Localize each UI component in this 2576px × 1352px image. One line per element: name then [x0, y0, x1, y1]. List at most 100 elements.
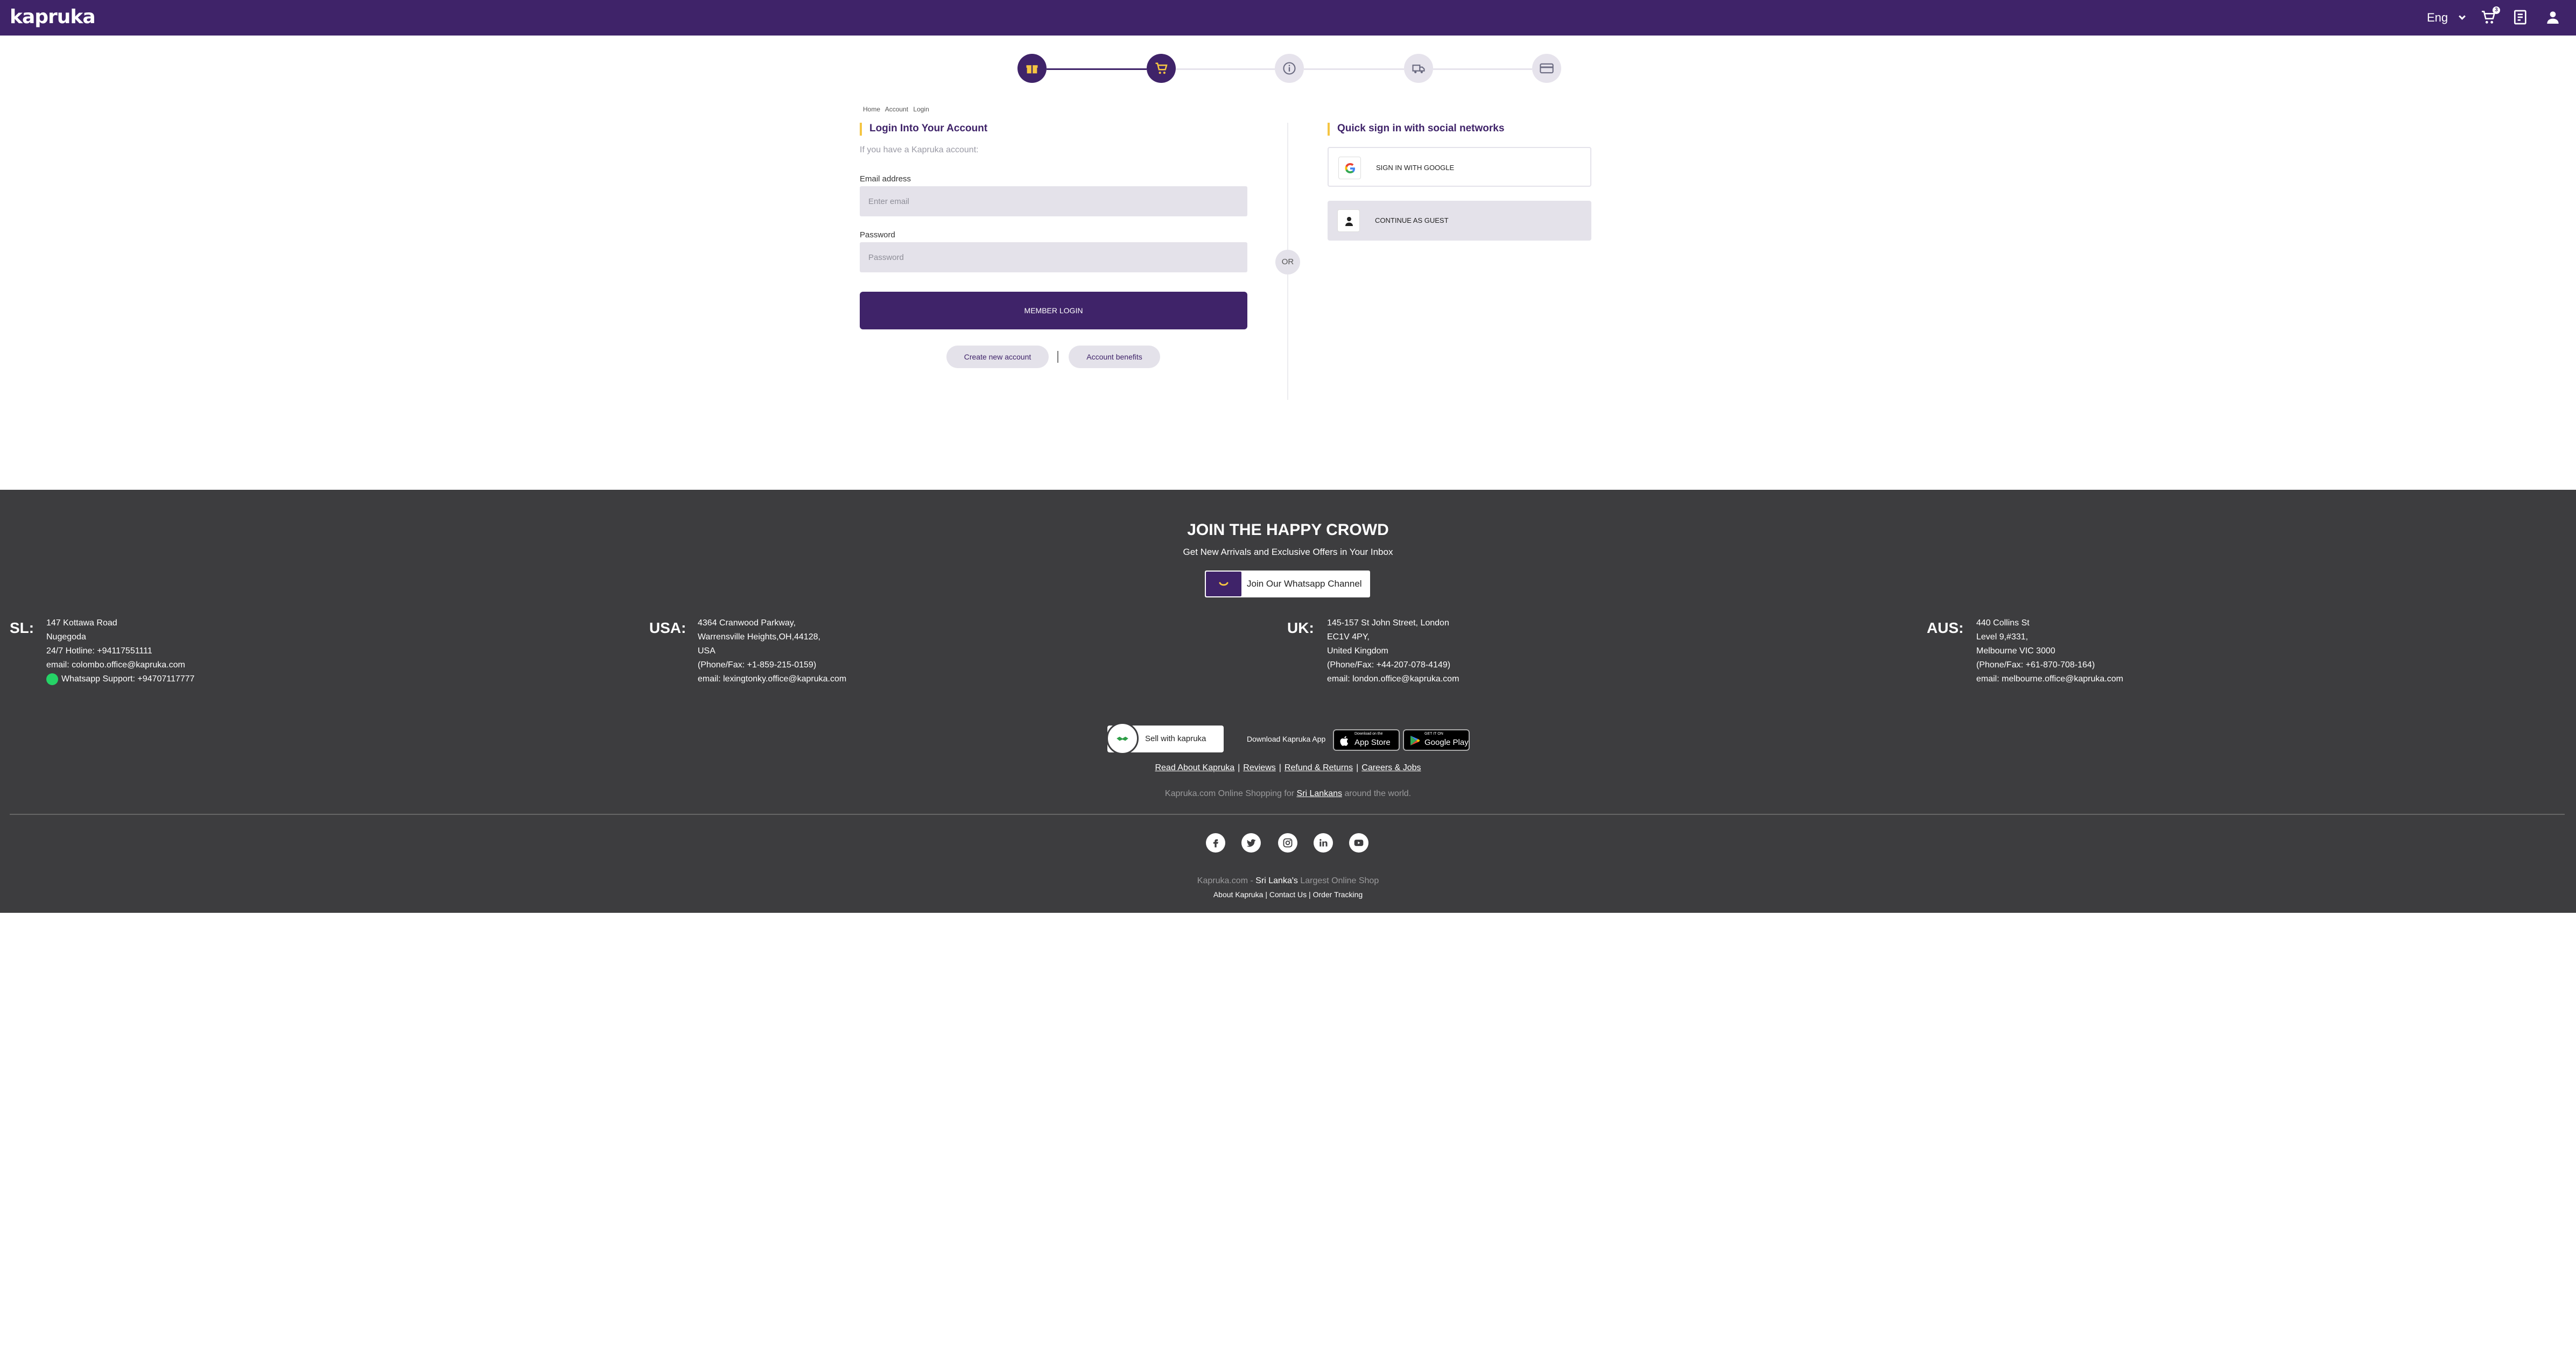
footer-link-about[interactable]: Read About Kapruka [1155, 763, 1234, 772]
address-line: 440 Collins St [1976, 618, 2030, 628]
google-icon [1338, 157, 1361, 179]
password-label: Password [860, 230, 895, 240]
step-connector [1176, 68, 1275, 70]
email-label: Email address [860, 174, 911, 184]
step-cart [1147, 54, 1176, 83]
account-benefits-button[interactable]: Account benefits [1069, 346, 1160, 368]
breadcrumb: Home Account Login [863, 105, 932, 113]
handshake-icon [1106, 722, 1139, 755]
instagram-icon[interactable] [1278, 833, 1297, 853]
country-label: USA: [649, 619, 686, 636]
top-nav-bar: kapruka Eng 3 [0, 0, 2576, 36]
download-app-label: Download Kapruka App [1247, 735, 1326, 743]
google-signin-button[interactable]: SIGN IN WITH GOOGLE [1328, 147, 1591, 187]
google-play-icon [1410, 736, 1420, 745]
facebook-icon[interactable] [1206, 833, 1225, 853]
password-field[interactable] [860, 242, 1247, 272]
join-subtitle: Get New Arrivals and Exclusive Offers in… [1183, 547, 1393, 557]
footer-link-refunds[interactable]: Refund & Returns [1285, 763, 1353, 772]
step-gift [1017, 54, 1047, 83]
whatsapp-channel-button[interactable]: Join Our Whatsapp Channel [1205, 571, 1370, 597]
whatsapp-icon [46, 673, 58, 685]
cart-icon [1155, 62, 1168, 74]
twitter-icon[interactable] [1241, 833, 1261, 853]
bottom-links: About Kapruka | Contact Us | Order Track… [1213, 890, 1363, 899]
copyright-line: Kapruka.com - Sri Lanka's Largest Online… [0, 876, 2576, 886]
member-login-button[interactable]: MEMBER LOGIN [860, 292, 1247, 329]
tagline-text: Kapruka.com Online Shopping for [1164, 789, 1295, 798]
social-title: Quick sign in with social networks [1328, 123, 1504, 136]
step-connector [1304, 68, 1404, 70]
app-store-big: App Store [1354, 738, 1391, 747]
user-icon[interactable] [2544, 9, 2561, 26]
or-badge: OR [1275, 250, 1300, 274]
address-line: 4364 Cranwood Parkway, [698, 618, 796, 628]
whatsapp-channel-label: Join Our Whatsapp Channel [1247, 579, 1362, 589]
cart-count-badge: 3 [2493, 6, 2500, 14]
google-play-badge[interactable]: GET IT ON Google Play [1403, 729, 1470, 751]
language-selector[interactable]: Eng [2427, 10, 2466, 26]
address-line: email: colombo.office@kapruka.com [46, 660, 185, 670]
footer-links: Read About Kapruka | Reviews | Refund & Retu… [1155, 763, 1421, 772]
join-title: JOIN THE HAPPY CROWD [1187, 521, 1389, 539]
apple-icon [1340, 736, 1349, 746]
bottom-link-tracking[interactable]: Order Tracking [1313, 890, 1363, 899]
address-line: email: melbourne.office@kapruka.com [1976, 674, 2123, 684]
breadcrumb-login: Login [913, 105, 929, 113]
address-line: (Phone/Fax: +44-207-078-4149) [1327, 660, 1451, 670]
bottom-link-contact[interactable]: Contact Us [1269, 890, 1307, 899]
footer-link-reviews[interactable]: Reviews [1243, 763, 1275, 772]
checkout-stepper [1017, 54, 1561, 84]
login-title: Login Into Your Account [860, 123, 987, 136]
delivery-truck-icon [1412, 65, 1425, 74]
address-line: (Phone/Fax: +1-859-215-0159) [698, 660, 817, 670]
breadcrumb-account[interactable]: Account [885, 105, 908, 113]
address-line: Nugegoda [46, 632, 86, 642]
step-connector [1433, 68, 1532, 70]
email-field[interactable] [860, 186, 1247, 216]
step-info [1275, 54, 1304, 83]
address-line: United Kingdom [1327, 646, 1388, 656]
step-connector [1047, 68, 1147, 70]
footer-link-careers[interactable]: Careers & Jobs [1361, 763, 1421, 772]
address-line: 24/7 Hotline: +94117551111 [46, 646, 152, 656]
whatsapp-support-line[interactable]: Whatsapp Support: +94707117777 [46, 672, 194, 686]
app-store-badge[interactable]: Download on the App Store [1333, 729, 1400, 751]
tagline: Kapruka.com Online Shopping for Sri Lank… [0, 789, 2576, 799]
kapruka-smile-icon [1206, 572, 1241, 596]
step-delivery [1404, 54, 1433, 83]
kapruka-logo[interactable]: kapruka [10, 5, 96, 29]
orders-icon[interactable] [2512, 9, 2529, 26]
create-account-button[interactable]: Create new account [946, 346, 1049, 368]
gift-icon [1026, 65, 1038, 74]
footer-divider [10, 814, 2565, 815]
chevron-down-icon [2459, 13, 2466, 20]
address-line: email: lexingtonky.office@kapruka.com [698, 674, 847, 684]
tagline-link[interactable]: Sri Lankans [1297, 789, 1343, 798]
bottom-link-about[interactable]: About Kapruka [1213, 890, 1264, 899]
breadcrumb-home[interactable]: Home [863, 105, 880, 113]
address-line: 145-157 St John Street, London [1327, 618, 1449, 628]
linkedin-icon[interactable] [1314, 833, 1333, 853]
tagline-text: around the world. [1344, 789, 1412, 798]
info-icon [1283, 62, 1296, 75]
country-label: AUS: [1927, 619, 1964, 636]
sell-with-kapruka-button[interactable]: Sell with kapruka [1106, 722, 1224, 755]
google-play-small: GET IT ON [1424, 732, 1443, 736]
guest-checkout-button[interactable]: CONTINUE AS GUEST [1328, 201, 1591, 241]
google-signin-label: SIGN IN WITH GOOGLE [1376, 164, 1455, 172]
address-line: Melbourne VIC 3000 [1976, 646, 2055, 656]
address-line: 147 Kottawa Road [46, 618, 117, 628]
step-payment [1532, 54, 1561, 83]
payment-card-icon [1540, 63, 1554, 74]
youtube-icon[interactable] [1349, 833, 1368, 853]
country-label: UK: [1287, 619, 1314, 636]
copyright-highlight: Sri Lanka's [1255, 876, 1298, 885]
language-label: Eng [2427, 11, 2448, 24]
address-line: (Phone/Fax: +61-870-708-164) [1976, 660, 2095, 670]
address-line: USA [698, 646, 715, 656]
address-line: EC1V 4PY, [1327, 632, 1370, 642]
address-line: Level 9,#331, [1976, 632, 2028, 642]
country-label: SL: [10, 619, 34, 636]
google-play-big: Google Play [1424, 738, 1469, 747]
